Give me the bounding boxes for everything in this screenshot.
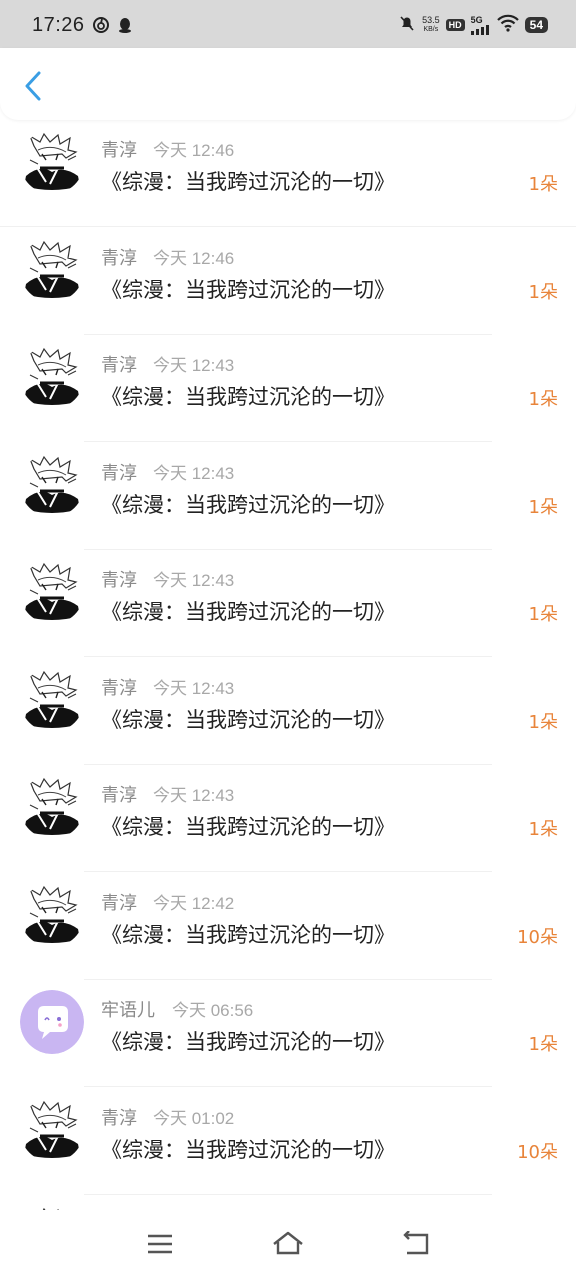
timestamp: 今天 12:43 <box>153 463 235 483</box>
flower-count: 10朵 <box>517 1141 558 1163</box>
avatar[interactable] <box>20 667 84 732</box>
flower-count: 1朵 <box>528 174 558 195</box>
list-item[interactable]: 青淳 今天 12:43 《综漫：当我跨过沉沦的一切》 1朵 <box>0 550 576 657</box>
home-icon <box>273 1231 303 1255</box>
avatar[interactable] <box>20 882 84 947</box>
book-title[interactable]: 《综漫：当我跨过沉沦的一切》 <box>101 1026 395 1056</box>
sender-name[interactable]: 青淳 <box>101 351 137 377</box>
flower-count: 1朵 <box>528 1034 558 1055</box>
flower-count: 1朵 <box>528 604 558 625</box>
timestamp: 今天 12:42 <box>153 893 235 913</box>
list-item-partial <box>0 1195 576 1210</box>
network-speed: 53.5 KB/s <box>422 16 440 34</box>
avatar[interactable] <box>20 990 84 1054</box>
timestamp: 今天 12:46 <box>153 141 235 160</box>
list-item[interactable]: 青淳 今天 12:43 《综漫：当我跨过沉沦的一切》 1朵 <box>0 443 576 550</box>
flower-count: 1朵 <box>528 389 558 410</box>
manga-avatar-image <box>20 775 84 839</box>
manga-avatar-image <box>20 237 84 302</box>
speed-unit: KB/s <box>423 26 439 33</box>
sender-name[interactable]: 青淳 <box>101 674 137 700</box>
qq-penguin-icon <box>116 16 134 34</box>
chevron-left-icon <box>25 71 41 101</box>
default-avatar-image <box>20 990 84 1054</box>
flower-count: 1朵 <box>528 711 558 733</box>
timestamp: 今天 12:43 <box>153 678 235 698</box>
flower-count: 1朵 <box>528 819 558 840</box>
book-title[interactable]: 《综漫：当我跨过沉沦的一切》 <box>101 274 395 304</box>
manga-avatar-image <box>20 560 84 624</box>
mute-bell-icon <box>398 14 416 36</box>
book-title[interactable]: 《综漫：当我跨过沉沦的一切》 <box>101 704 395 734</box>
back-icon <box>403 1231 429 1255</box>
manga-avatar-image <box>20 130 84 194</box>
timestamp: 今天 12:43 <box>153 356 235 375</box>
flower-count: 10朵 <box>517 926 558 948</box>
flower-count: 1朵 <box>528 496 558 518</box>
hd-badge: HD <box>445 19 465 31</box>
manga-avatar-image <box>20 882 84 947</box>
battery-indicator: 54 <box>524 17 548 33</box>
netease-cloud-music-icon <box>92 16 110 34</box>
list-item[interactable]: 青淳 今天 12:42 《综漫：当我跨过沉沦的一切》 10朵 <box>0 873 576 980</box>
timestamp: 今天 06:56 <box>172 1001 254 1020</box>
top-bar <box>0 48 576 120</box>
sender-name[interactable]: 青淳 <box>101 1104 137 1130</box>
sender-name[interactable]: 青淳 <box>101 136 137 162</box>
speed-value: 53.5 <box>422 15 440 25</box>
avatar[interactable] <box>20 1097 84 1162</box>
book-title[interactable]: 《综漫：当我跨过沉沦的一切》 <box>101 166 395 196</box>
menu-icon <box>148 1234 172 1254</box>
manga-avatar-image <box>20 667 84 732</box>
list-item[interactable]: 青淳 今天 12:43 《综漫：当我跨过沉沦的一切》 1朵 <box>0 658 576 765</box>
timestamp: 今天 01:02 <box>153 1108 235 1128</box>
list-item[interactable]: 青淳 今天 12:43 《综漫：当我跨过沉沦的一切》 1朵 <box>0 335 576 442</box>
sender-name[interactable]: 青淳 <box>101 566 137 592</box>
timestamp: 今天 12:46 <box>153 248 235 268</box>
book-title[interactable]: 《综漫：当我跨过沉沦的一切》 <box>101 596 395 626</box>
status-time: 17:26 <box>32 14 85 36</box>
avatar[interactable] <box>20 452 84 517</box>
avatar[interactable] <box>20 560 84 624</box>
sender-name[interactable]: 青淳 <box>101 459 137 485</box>
list-item[interactable]: 青淳 今天 12:43 《综漫：当我跨过沉沦的一切》 1朵 <box>0 765 576 872</box>
menu-button[interactable] <box>142 1228 178 1260</box>
flower-count: 1朵 <box>528 281 558 303</box>
back-button[interactable] <box>18 68 48 104</box>
system-nav-bar <box>0 1210 576 1280</box>
back-nav-button[interactable] <box>398 1228 434 1260</box>
list-item[interactable]: 青淳 今天 01:02 《综漫：当我跨过沉沦的一切》 10朵 <box>0 1088 576 1195</box>
signal-bars-icon <box>470 24 489 35</box>
home-button[interactable] <box>270 1228 306 1260</box>
avatar[interactable] <box>20 345 84 409</box>
book-title[interactable]: 《综漫：当我跨过沉沦的一切》 <box>101 919 395 949</box>
network-type: 5G <box>470 14 483 25</box>
sender-name[interactable]: 青淳 <box>101 781 137 807</box>
manga-avatar-image <box>20 1097 84 1162</box>
signal-5g: 5G <box>470 14 491 35</box>
manga-avatar-image <box>20 345 84 409</box>
book-title[interactable]: 《综漫：当我跨过沉沦的一切》 <box>101 489 395 519</box>
sender-name[interactable]: 青淳 <box>101 889 137 915</box>
list-item[interactable]: 牢语儿 今天 06:56 《综漫：当我跨过沉沦的一切》 1朵 <box>0 980 576 1087</box>
manga-avatar-image <box>20 452 84 517</box>
timestamp: 今天 12:43 <box>153 571 235 590</box>
avatar[interactable] <box>20 130 84 194</box>
timestamp: 今天 12:43 <box>153 786 235 805</box>
avatar[interactable] <box>20 237 84 302</box>
list-item[interactable]: 青淳 今天 12:46 《综漫：当我跨过沉沦的一切》 1朵 <box>0 120 576 227</box>
flower-gift-list: 青淳 今天 12:46 《综漫：当我跨过沉沦的一切》 1朵 青淳 今天 12:46 《综漫：… <box>0 120 576 1210</box>
avatar[interactable] <box>20 775 84 839</box>
book-title[interactable]: 《综漫：当我跨过沉沦的一切》 <box>101 811 395 841</box>
book-title[interactable]: 《综漫：当我跨过沉沦的一切》 <box>101 381 395 411</box>
book-title[interactable]: 《综漫：当我跨过沉沦的一切》 <box>101 1134 395 1164</box>
list-item[interactable]: 青淳 今天 12:46 《综漫：当我跨过沉沦的一切》 1朵 <box>0 228 576 335</box>
sender-name[interactable]: 青淳 <box>101 244 137 270</box>
sender-name[interactable]: 牢语儿 <box>101 996 155 1022</box>
status-bar: 17:26 53.5 KB/s HD 5G 54 <box>0 0 576 48</box>
wifi-icon <box>496 14 519 36</box>
